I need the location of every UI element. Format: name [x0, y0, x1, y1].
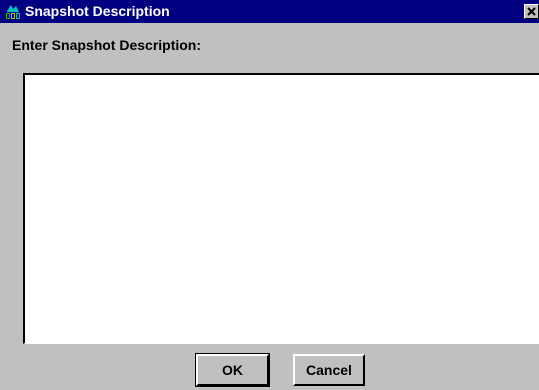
close-icon	[525, 5, 538, 18]
description-prompt-label: Enter Snapshot Description:	[12, 37, 202, 53]
cancel-button[interactable]: Cancel	[293, 354, 365, 386]
app-icon	[4, 3, 22, 21]
snapshot-description-dialog: Snapshot Description Enter Snapshot Desc…	[0, 0, 539, 390]
window-title: Snapshot Description	[25, 3, 170, 19]
description-textarea[interactable]	[25, 75, 539, 343]
description-field-frame	[23, 73, 539, 344]
ok-button[interactable]: OK	[195, 353, 270, 387]
title-bar[interactable]: Snapshot Description	[0, 0, 539, 23]
close-button[interactable]	[524, 4, 539, 19]
